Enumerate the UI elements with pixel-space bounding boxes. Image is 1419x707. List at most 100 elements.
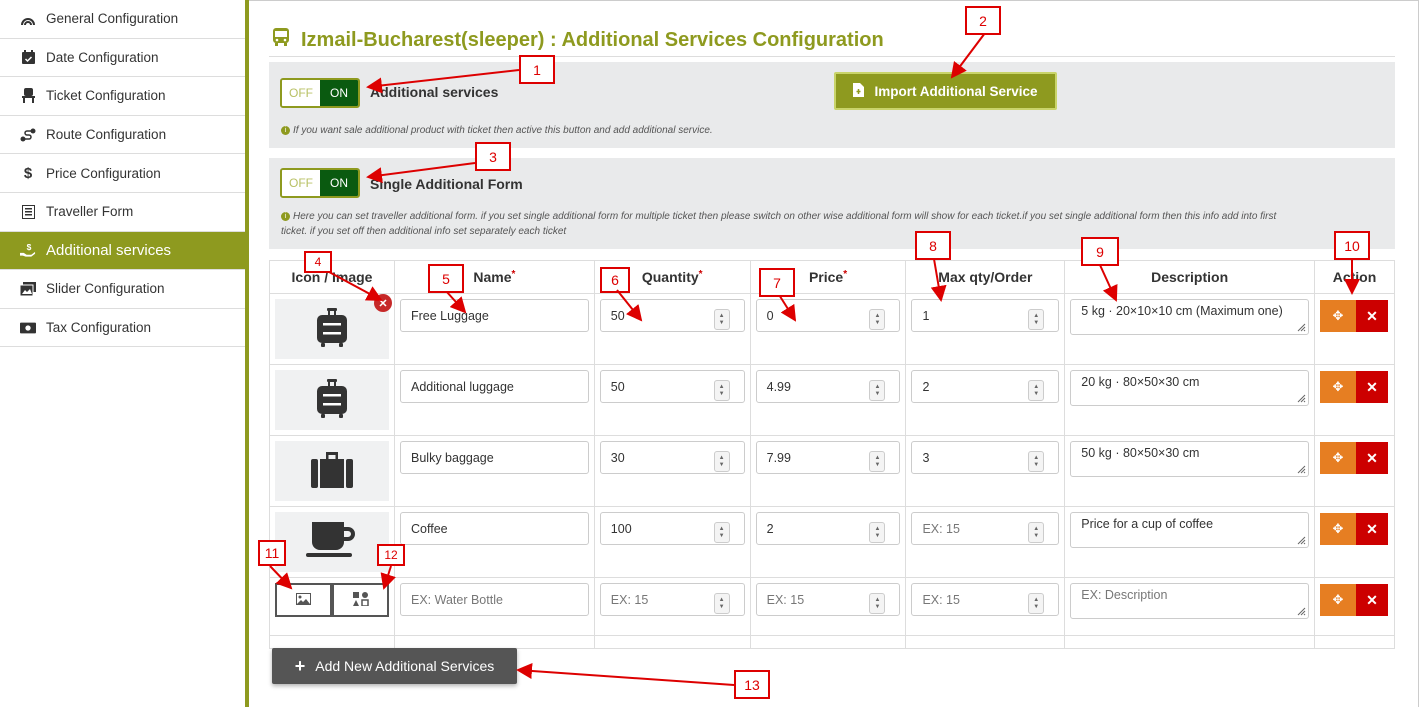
price-stepper[interactable]: ▲ ▼ [869,522,886,543]
remove-icon-button[interactable]: ✕ [374,294,392,312]
form-icon [20,204,36,220]
image-icon [296,592,311,608]
service-icon-box[interactable] [275,512,389,572]
callout-11: 11 [258,540,286,566]
sidebar-item-traveller-form[interactable]: Traveller Form [0,193,245,232]
price-stepper[interactable]: ▲ ▼ [869,593,886,614]
page-title-text: Izmail-Bucharest(sleeper) : Additional S… [301,28,884,51]
name-input[interactable]: Free Luggage [400,299,589,332]
sidebar-item-label: Additional services [46,241,172,259]
name-input[interactable]: Additional luggage [400,370,589,403]
sidebar-item-ticket-configuration[interactable]: Ticket Configuration [0,77,245,116]
sidebar-item-label: General Configuration [46,11,179,27]
price-stepper[interactable]: ▲ ▼ [869,451,886,472]
sidebar-item-date-configuration[interactable]: Date Configuration [0,39,245,78]
arrows-move-icon: ✥ [1332,521,1344,536]
max-qty-stepper[interactable]: ▲ ▼ [1028,451,1045,472]
service-icon-box[interactable] [275,441,389,501]
select-icon-button[interactable] [332,583,389,617]
col-header-max-qty: Max qty/Order [905,260,1066,294]
note-text: If you want sale additional product with… [293,125,713,136]
sidebar-item-general-configuration[interactable]: General Configuration [0,0,245,39]
callout-10: 10 [1334,231,1370,260]
table-row: Additional luggage 50 ▲ ▼ 4.99 ▲ ▼ 2 ▲ ▼ 20 kg… [269,364,1396,436]
sidebar-item-label: Traveller Form [46,204,134,220]
max-qty-stepper[interactable]: ▲ ▼ [1028,593,1045,614]
hand-holding-dollar-icon: $ [20,242,36,258]
name-input[interactable]: Bulky baggage [400,441,589,474]
quantity-stepper[interactable]: ▲ ▼ [713,593,730,614]
sidebar-item-additional-services[interactable]: $ Additional services [0,231,245,271]
close-icon: ✕ [1366,520,1378,537]
name-input[interactable]: Coffee [400,512,589,545]
description-textarea[interactable]: 20 kg · 80×50×30 cm [1070,370,1309,406]
sidebar-item-label: Route Configuration [46,127,167,143]
callout-2: 2 [965,6,1001,35]
note-text-2: ticket. if you set off then additional i… [281,226,567,237]
col-header-action: Action [1313,260,1396,294]
add-button-label: Add New Additional Services [315,658,495,674]
col-header-icon: Icon / Image [269,260,395,294]
service-icon-box[interactable] [275,370,389,430]
callout-4: 4 [304,251,332,273]
info-icon: i [281,211,290,221]
description-textarea[interactable]: Price for a cup of coffee [1070,512,1309,548]
single-additional-form-toggle[interactable]: OFF ON [280,168,360,198]
max-qty-stepper[interactable]: ▲ ▼ [1028,309,1045,330]
callout-6: 6 [600,267,630,293]
callout-13: 13 [734,670,770,699]
description-textarea[interactable]: 50 kg · 80×50×30 cm [1070,441,1309,477]
single-form-note: i Here you can set traveller additional f… [281,209,1391,239]
quantity-stepper[interactable]: ▲ ▼ [713,380,730,401]
move-button[interactable]: ✥ [1319,442,1356,474]
sidebar-item-slider-configuration[interactable]: Slider Configuration [0,270,245,309]
close-icon: ✕ [1366,591,1378,608]
plus-icon: + [294,655,306,676]
additional-services-toggle[interactable]: OFF ON [280,78,360,108]
toggle-off-label: OFF [282,80,320,106]
quantity-stepper[interactable]: ▲ ▼ [713,451,730,472]
additional-services-note: i If you want sale additional product wit… [281,123,713,138]
calendar-check-icon [20,49,36,65]
svg-text:$: $ [27,242,32,252]
move-button[interactable]: ✥ [1319,300,1356,332]
max-qty-stepper[interactable]: ▲ ▼ [1028,380,1045,401]
price-stepper[interactable]: ▲ ▼ [869,380,886,401]
move-button[interactable]: ✥ [1319,513,1356,545]
name-input[interactable]: EX: Water Bottle [400,583,589,616]
money-bill-icon [20,320,36,336]
arrows-move-icon: ✥ [1332,379,1344,394]
delete-button[interactable]: ✕ [1355,300,1388,332]
divider [269,635,1395,636]
callout-3: 3 [475,142,511,171]
price-stepper[interactable]: ▲ ▼ [869,309,886,330]
toggle-on-label: ON [320,80,358,106]
delete-button[interactable]: ✕ [1355,442,1388,474]
dollar-icon: $ [23,164,33,182]
delete-button[interactable]: ✕ [1355,513,1388,545]
delete-button[interactable]: ✕ [1355,584,1388,616]
sidebar-item-label: Ticket Configuration [46,88,166,104]
description-textarea[interactable]: 5 kg · 20×10×10 cm (Maximum one) [1070,299,1309,335]
sidebar-item-tax-configuration[interactable]: Tax Configuration [0,309,245,348]
max-qty-stepper[interactable]: ▲ ▼ [1028,522,1045,543]
import-additional-service-button[interactable]: Import Additional Service [834,72,1057,110]
quantity-stepper[interactable]: ▲ ▼ [713,522,730,543]
quantity-stepper[interactable]: ▲ ▼ [713,309,730,330]
delete-button[interactable]: ✕ [1355,371,1388,403]
sidebar-item-route-configuration[interactable]: Route Configuration [0,116,245,155]
sidebar-item-price-configuration[interactable]: $ Price Configuration [0,154,245,193]
upload-image-button[interactable] [275,583,332,617]
service-icon-box[interactable] [275,299,389,359]
route-icon [20,127,36,143]
suitcase-rolling-icon [316,307,348,351]
add-new-additional-services-button[interactable]: + Add New Additional Services [272,648,517,684]
move-button[interactable]: ✥ [1319,584,1356,616]
toggle-off-label: OFF [282,170,320,196]
move-button[interactable]: ✥ [1319,371,1356,403]
sidebar: General Configuration Date Configuration… [0,0,245,707]
callout-5: 5 [428,264,464,293]
import-button-label: Import Additional Service [874,83,1038,99]
description-textarea[interactable]: EX: Description [1070,583,1309,619]
close-icon: ✕ [1366,449,1378,466]
